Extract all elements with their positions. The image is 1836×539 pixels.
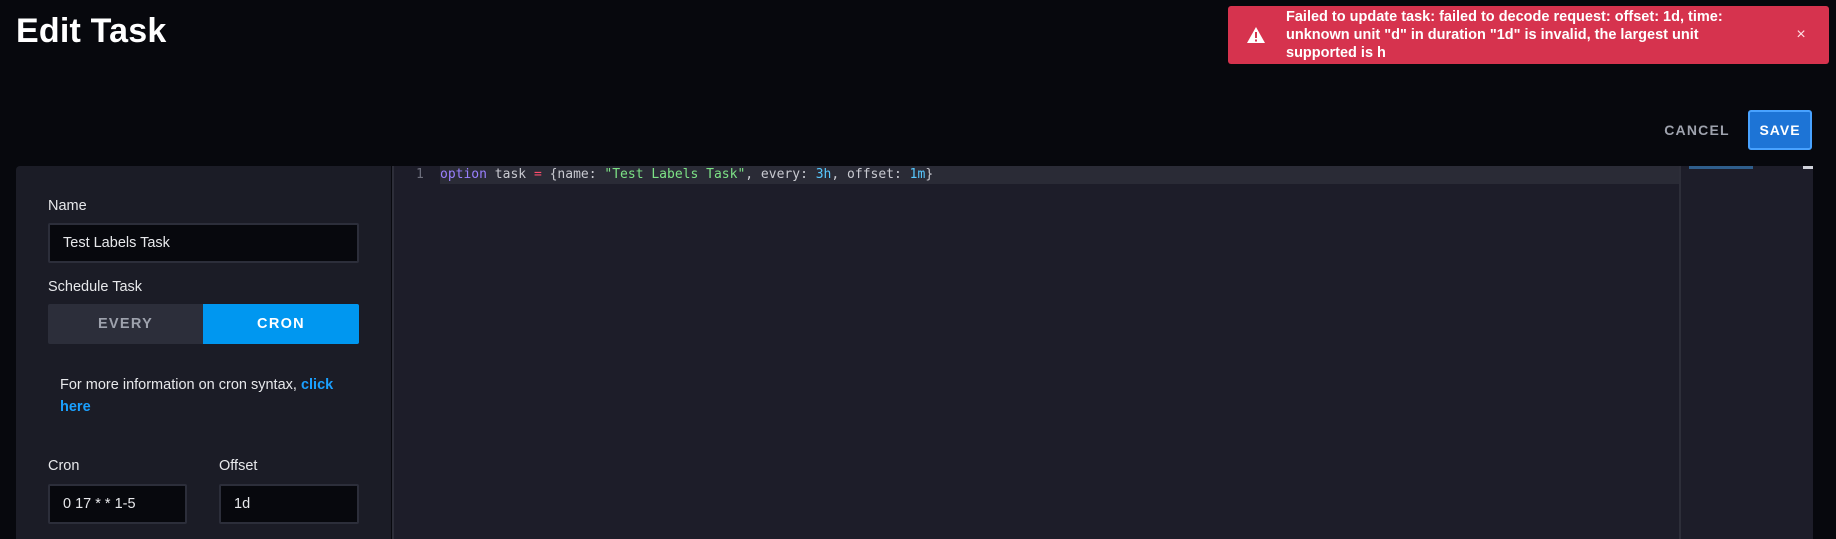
cancel-button[interactable]: CANCEL	[1656, 110, 1738, 150]
cron-label: Cron	[48, 458, 80, 474]
code-text: {name:	[541, 167, 605, 182]
edit-task-page: Edit Task Failed to update task: failed …	[0, 0, 1836, 539]
page-title: Edit Task	[16, 12, 167, 50]
offset-label: Offset	[219, 458, 258, 474]
code-text: }	[925, 167, 934, 182]
schedule-task-label: Schedule Task	[48, 279, 143, 295]
cron-input[interactable]: 0 17 * * 1-5	[48, 484, 187, 524]
code-string: "Test Labels Task"	[604, 167, 746, 182]
code-line[interactable]: option task = {name: "Test Labels Task",…	[440, 166, 1681, 184]
script-editor[interactable]: 1 option task = {name: "Test Labels Task…	[392, 166, 1681, 539]
cron-info-text: For more information on cron syntax, cli…	[60, 374, 360, 418]
error-toast: Failed to update task: failed to decode …	[1228, 6, 1829, 64]
schedule-every-toggle[interactable]: EVERY	[48, 304, 203, 344]
code-operator: =	[533, 167, 542, 182]
code-duration: 3h	[815, 167, 832, 182]
close-icon[interactable]: ×	[1791, 26, 1811, 44]
save-button[interactable]: SAVE	[1748, 110, 1812, 150]
line-number: 1	[416, 167, 424, 182]
error-message: Failed to update task: failed to decode …	[1286, 9, 1723, 61]
name-input[interactable]: Test Labels Task	[48, 223, 359, 263]
code-text: task	[486, 167, 534, 182]
code-keyword: option	[440, 167, 487, 182]
offset-input[interactable]: 1d	[219, 484, 359, 524]
code-text: , every:	[745, 167, 816, 182]
cron-info-label: For more information on cron syntax,	[60, 377, 301, 393]
name-label: Name	[48, 198, 87, 214]
editor-minimap[interactable]	[1679, 166, 1813, 539]
task-settings-panel: Name Test Labels Task Schedule Task EVER…	[16, 166, 391, 539]
warning-icon	[1247, 27, 1265, 43]
schedule-cron-toggle[interactable]: CRON	[203, 304, 359, 344]
minimap-line	[1689, 166, 1753, 169]
code-text: , offset:	[831, 167, 910, 182]
minimap-slider[interactable]	[1803, 166, 1813, 169]
code-duration: 1m	[909, 167, 926, 182]
